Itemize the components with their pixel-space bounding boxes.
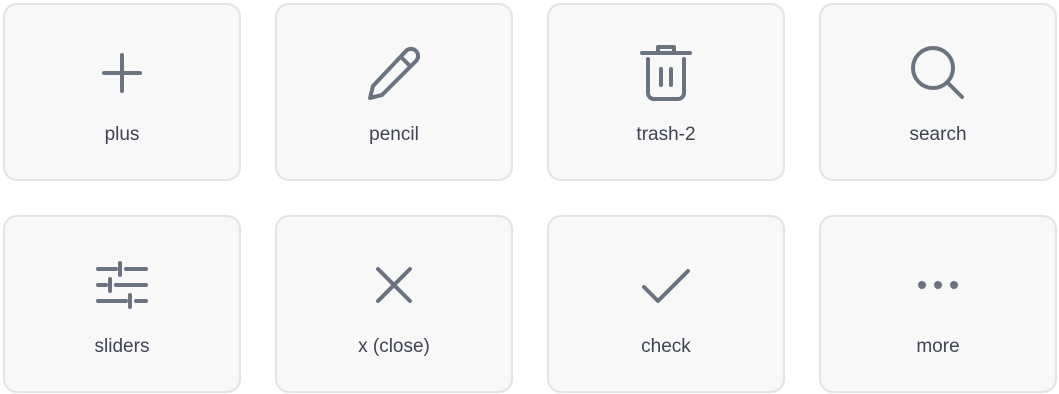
icon-tile-check[interactable]: check bbox=[547, 215, 785, 393]
icon-tile-label: more bbox=[916, 336, 960, 357]
check-icon bbox=[634, 253, 698, 317]
icon-tile-search[interactable]: search bbox=[819, 3, 1057, 181]
icon-tile-label: plus bbox=[104, 124, 140, 145]
close-icon bbox=[362, 253, 426, 317]
more-icon bbox=[906, 253, 970, 317]
trash-icon bbox=[634, 41, 698, 105]
icon-tile-label: x (close) bbox=[358, 336, 430, 357]
icon-grid: plus pencil trash-2 search sliders x (cl… bbox=[0, 0, 1059, 394]
icon-tile-plus[interactable]: plus bbox=[3, 3, 241, 181]
icon-tile-label: search bbox=[909, 124, 967, 145]
icon-tile-label: pencil bbox=[369, 124, 419, 145]
plus-icon bbox=[90, 41, 154, 105]
icon-tile-pencil[interactable]: pencil bbox=[275, 3, 513, 181]
icon-tile-sliders[interactable]: sliders bbox=[3, 215, 241, 393]
icon-tile-label: sliders bbox=[94, 336, 150, 357]
icon-tile-trash-2[interactable]: trash-2 bbox=[547, 3, 785, 181]
icon-tile-close[interactable]: x (close) bbox=[275, 215, 513, 393]
icon-tile-more[interactable]: more bbox=[819, 215, 1057, 393]
pencil-icon bbox=[362, 41, 426, 105]
icon-tile-label: check bbox=[641, 336, 691, 357]
icon-tile-label: trash-2 bbox=[636, 124, 696, 145]
sliders-icon bbox=[90, 253, 154, 317]
search-icon bbox=[906, 41, 970, 105]
